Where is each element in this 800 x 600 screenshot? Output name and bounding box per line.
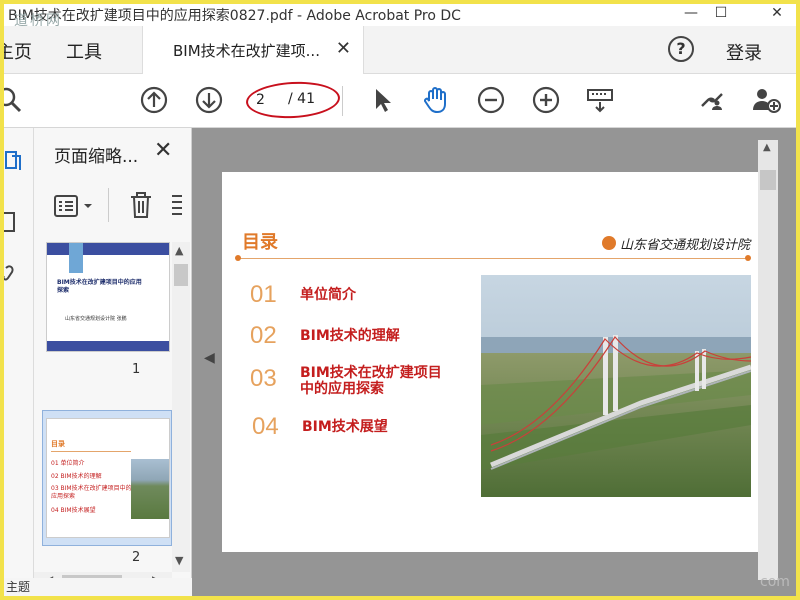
thumb-2-toc: 01 单位简介 02 BIM技术的理解 03 BIM技术在改扩建项目中的应用探索…: [51, 457, 133, 517]
corner-watermark: com: [760, 574, 790, 590]
select-cursor-icon[interactable]: [366, 84, 398, 116]
scroll-down-icon[interactable]: ▼: [175, 554, 183, 567]
document-view[interactable]: ◀ ▶ 目录 山东省交通规划设计院 01 单位简介 02 BIM技术的理解 03…: [192, 128, 796, 596]
thumbnails-toggle-icon[interactable]: [4, 148, 24, 172]
scroll-up-icon[interactable]: ▲: [175, 244, 183, 257]
scroll-up-icon[interactable]: ▲: [763, 142, 771, 153]
panel-divider: [108, 188, 109, 222]
toc-item: BIM技术展望: [302, 419, 388, 435]
next-page-icon[interactable]: [193, 84, 225, 116]
prev-page-icon[interactable]: [138, 84, 170, 116]
thumb-1-footer: 山东省交通规划设计院 张鹏: [65, 316, 127, 322]
more-options-icon[interactable]: [170, 192, 184, 220]
title-bar: BIM技术在改扩建项目中的应用探索0827.pdf - Adobe Acroba…: [4, 4, 796, 29]
acrobat-window: BIM技术在改扩建项目中的应用探索0827.pdf - Adobe Acroba…: [4, 4, 796, 596]
thumb-2-toc-item: 03 BIM技术在改扩建项目中的应用探索: [51, 485, 132, 500]
thumbnails-panel: 页面缩略... ✕ BIM技术在改扩建项目中的应用探索 山东省交通规划设计院 张…: [34, 128, 192, 596]
document-tab[interactable]: BIM技术在改扩建项... ✕: [142, 26, 364, 74]
toolbar: / 41: [4, 74, 796, 128]
thumbnails-panel-title: 页面缩略...: [54, 147, 139, 167]
tab-row: 主页 工具 BIM技术在改扩建项... ✕ ? 登录: [4, 26, 796, 74]
thumb-2-heading: 目录: [51, 440, 65, 448]
left-tool-rail: [4, 128, 34, 596]
toc-item: 单位简介: [300, 287, 356, 303]
title-divider: [235, 255, 751, 261]
thumb-2-toc-item: 01 单位简介: [51, 460, 85, 467]
attachment-icon[interactable]: [4, 262, 24, 286]
thumb-banner-top: [47, 243, 169, 255]
minimize-button[interactable]: —: [676, 4, 706, 26]
search-icon[interactable]: [4, 84, 26, 116]
thumb-1-title: BIM技术在改扩建项目中的应用探索: [57, 279, 142, 294]
thumb-2-toc-item: 04 BIM技术展望: [51, 507, 96, 514]
page-navigator: / 41: [245, 79, 341, 121]
org-name: 山东省交通规划设计院: [620, 238, 751, 253]
toc-number: 01: [250, 281, 277, 308]
bookmark-icon[interactable]: [4, 210, 24, 234]
thumbnails-vertical-scrollbar[interactable]: ▲ ▼: [172, 242, 190, 572]
thumb-ribbon: [69, 243, 83, 273]
window-title: BIM技术在改扩建项目中的应用探索0827.pdf - Adobe Acroba…: [8, 8, 461, 24]
close-window-button[interactable]: ✕: [762, 4, 792, 26]
page-thumbnail-1[interactable]: BIM技术在改扩建项目中的应用探索 山东省交通规划设计院 张鹏: [46, 242, 170, 352]
toc-item: BIM技术在改扩建项目 中的应用探索: [300, 365, 442, 397]
maximize-button[interactable]: ☐: [706, 4, 736, 26]
document-tab-label: BIM技术在改扩建项...: [173, 42, 320, 60]
share-link-icon[interactable]: [696, 84, 728, 116]
page-thumbnail-2[interactable]: 目录 01 单位简介 02 BIM技术的理解 03 BIM技术在改扩建项目中的应…: [46, 418, 170, 538]
thumbnail-options-button[interactable]: [54, 194, 96, 218]
document-vertical-scrollbar[interactable]: ▲: [758, 140, 778, 580]
delete-page-icon[interactable]: [128, 190, 154, 220]
thumb-2-toc-item: 02 BIM技术的理解: [51, 473, 102, 480]
close-panel-icon[interactable]: ✕: [154, 138, 172, 163]
org-logo-icon: [602, 236, 616, 250]
menu-home[interactable]: 主页: [4, 38, 32, 64]
toolbar-divider: [342, 86, 343, 116]
thumb-banner-bottom: [47, 341, 169, 351]
thumb-page-number-1: 1: [132, 362, 141, 377]
bridge-photo: [481, 275, 751, 497]
status-text: 主题: [6, 580, 31, 594]
zoom-out-icon[interactable]: [475, 84, 507, 116]
menu-tools[interactable]: 工具: [66, 38, 102, 64]
toc-number: 02: [250, 322, 277, 349]
thumb-page-number-2: 2: [132, 550, 141, 565]
add-user-icon[interactable]: [750, 84, 782, 116]
toc-number: 04: [252, 413, 279, 440]
hand-icon[interactable]: [420, 84, 452, 116]
toc-item: BIM技术的理解: [300, 328, 400, 344]
pdf-page: 目录 山东省交通规划设计院 01 单位简介 02 BIM技术的理解 03 BIM…: [222, 172, 758, 552]
login-button[interactable]: 登录: [726, 39, 762, 65]
previous-page-arrow-icon[interactable]: ◀: [204, 350, 215, 366]
keyboard-icon[interactable]: [584, 84, 616, 116]
slide-title: 目录: [242, 232, 278, 253]
status-strip: 主题: [4, 578, 192, 596]
scroll-thumb[interactable]: [760, 170, 776, 190]
annotation-oval: [245, 79, 341, 121]
thumb-2-rule: [51, 451, 131, 452]
toc-number: 03: [250, 365, 277, 392]
help-icon[interactable]: ?: [668, 36, 694, 62]
thumb-2-photo: [131, 459, 169, 519]
scroll-thumb[interactable]: [174, 264, 188, 286]
close-tab-icon[interactable]: ✕: [336, 38, 351, 59]
zoom-in-icon[interactable]: [530, 84, 562, 116]
